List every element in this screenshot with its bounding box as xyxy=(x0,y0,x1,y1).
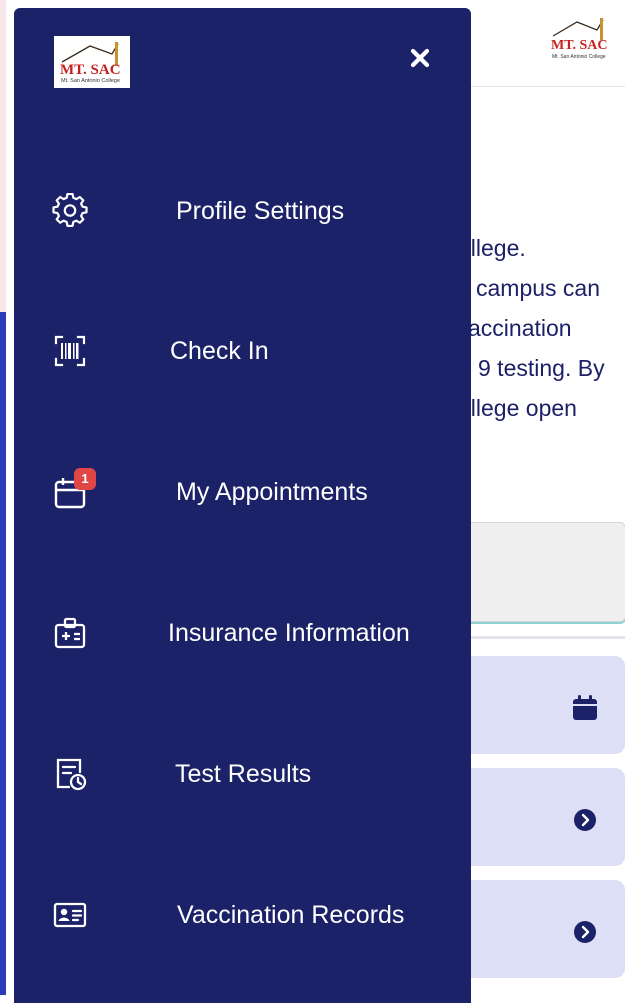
menu-item-test-results[interactable]: Test Results xyxy=(14,744,471,804)
navigation-drawer: MT. SAC Mt. San Antonio College Profile … xyxy=(14,8,471,1003)
gear-icon xyxy=(52,192,88,229)
background-text-line: ollege open xyxy=(458,395,577,421)
background-card[interactable] xyxy=(458,768,625,866)
page-header: MT. SAC Mt. San Antonio College xyxy=(470,0,625,87)
close-button[interactable] xyxy=(402,40,438,76)
menu-item-label: Check In xyxy=(170,337,269,365)
menu-item-profile-settings[interactable]: Profile Settings xyxy=(14,181,471,241)
menu-item-label: Test Results xyxy=(175,760,312,788)
menu-item-label: Profile Settings xyxy=(176,197,345,225)
background-text-line: campus can xyxy=(476,275,601,301)
drawer-logo[interactable]: MT. SAC Mt. San Antonio College xyxy=(54,36,130,88)
menu-item-label: Insurance Information xyxy=(168,619,410,647)
chevron-right-circle-icon[interactable] xyxy=(571,918,599,946)
background-left-strip xyxy=(0,0,6,995)
background-search-box[interactable] xyxy=(460,522,625,622)
background-pink-band xyxy=(0,0,6,312)
drawer-logo-text: MT. SAC xyxy=(60,62,121,78)
barcode-scan-icon xyxy=(52,333,88,369)
menu-item-label: My Appointments xyxy=(176,478,368,506)
header-logo[interactable]: MT. SAC Mt. San Antonio College xyxy=(547,16,611,64)
medical-id-icon xyxy=(52,615,88,651)
background-blue-band xyxy=(0,312,6,995)
header-logo-subtext: Mt. San Antonio College xyxy=(552,54,606,60)
background-card[interactable] xyxy=(458,880,625,978)
notification-badge: 1 xyxy=(74,468,96,490)
menu-item-vaccination-records[interactable]: Vaccination Records xyxy=(14,885,471,945)
id-card-icon xyxy=(52,897,88,933)
drawer-logo-subtext: Mt. San Antonio College xyxy=(61,78,120,84)
background-text-line: accination xyxy=(468,315,572,341)
menu-item-label: Vaccination Records xyxy=(177,901,405,929)
background-card[interactable] xyxy=(458,656,625,754)
background-text-line: 9 testing. By xyxy=(478,355,605,381)
menu-item-check-in[interactable]: Check In xyxy=(14,321,471,381)
close-x-icon xyxy=(410,48,430,68)
background-divider xyxy=(470,636,625,639)
results-clock-icon xyxy=(52,756,88,792)
menu-item-my-appointments[interactable]: 1 My Appointments xyxy=(14,462,471,522)
header-logo-text: MT. SAC xyxy=(551,38,608,53)
calendar-icon xyxy=(571,694,599,722)
chevron-right-circle-icon[interactable] xyxy=(571,806,599,834)
menu-item-insurance-information[interactable]: Insurance Information xyxy=(14,603,471,663)
